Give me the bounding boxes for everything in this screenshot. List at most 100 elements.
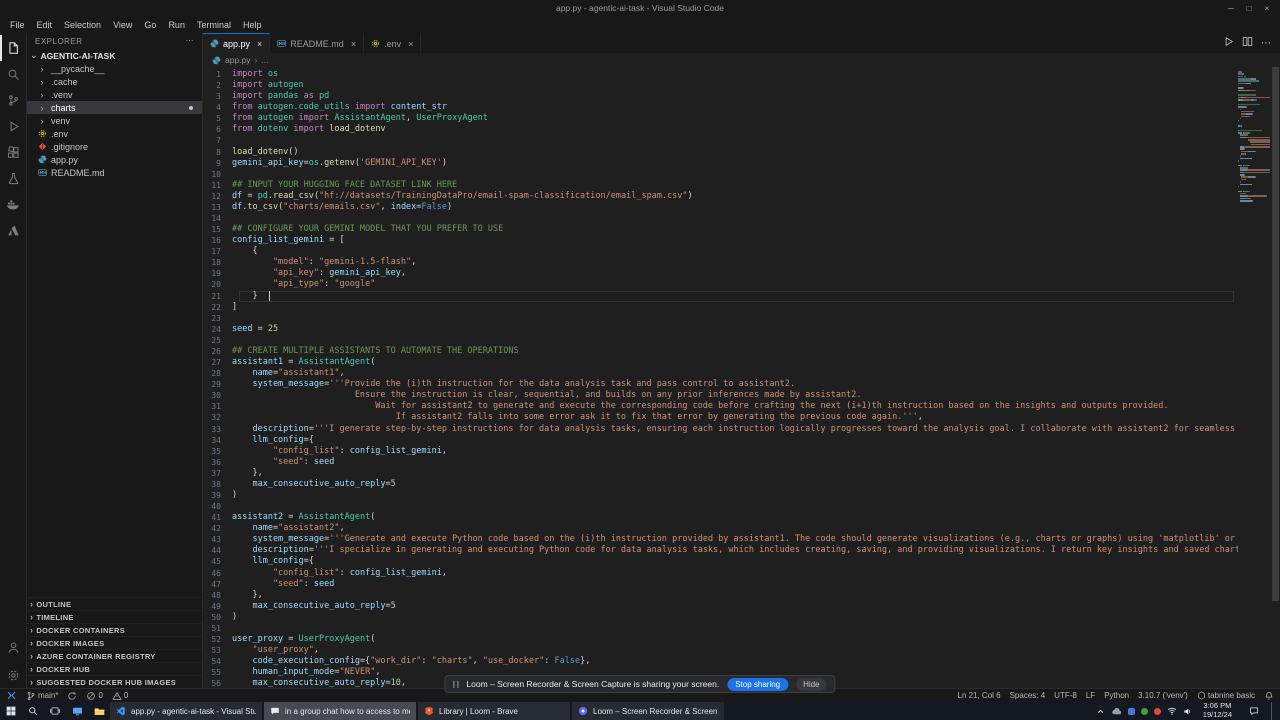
activity-explorer-icon[interactable]: [0, 35, 26, 61]
cursor-position[interactable]: Ln 21, Col 6: [957, 691, 1000, 700]
taskbar-window-button[interactable]: Loom – Screen Recorder & Screen C...: [572, 702, 724, 720]
action-center-icon[interactable]: [1243, 702, 1265, 720]
code-editor[interactable]: 1 import os 2 import autogen 3 import pandas …: [203, 67, 1280, 688]
eol[interactable]: LF: [1086, 691, 1095, 700]
menu-item-selection[interactable]: Selection: [58, 16, 107, 33]
hide-button[interactable]: Hide: [796, 677, 827, 691]
more-actions-icon[interactable]: ⋯: [1261, 38, 1271, 49]
taskbar-window-button[interactable]: app.py - agentic-ai-task - Visual Stud..…: [110, 702, 262, 720]
git-sync[interactable]: [67, 691, 77, 701]
breadcrumb-file[interactable]: app.py: [225, 55, 251, 65]
pinned-file-explorer[interactable]: [88, 702, 110, 720]
file-item-.env[interactable]: .env: [27, 127, 202, 140]
python-interpreter[interactable]: 3.10.7 ('venv'): [1138, 691, 1188, 700]
menu-item-go[interactable]: Go: [138, 16, 162, 33]
pinned-this-pc[interactable]: [66, 702, 88, 720]
menu-item-edit[interactable]: Edit: [31, 16, 59, 33]
section-docker-containers[interactable]: › DOCKER CONTAINERS: [27, 623, 202, 636]
section-outline[interactable]: › OUTLINE: [27, 597, 202, 610]
tray-icons: [1096, 706, 1192, 717]
tray-onedrive[interactable]: [1111, 706, 1122, 717]
taskbar-window-button[interactable]: Library | Loom - Brave: [418, 702, 570, 720]
git-branch[interactable]: main*: [26, 691, 58, 701]
activity-search-icon[interactable]: [0, 61, 26, 87]
breadcrumb-symbol[interactable]: ...: [261, 55, 268, 65]
taskbar-search[interactable]: [22, 702, 44, 720]
tray-teams[interactable]: [1127, 707, 1135, 715]
minimize-button[interactable]: ─: [1222, 4, 1240, 13]
errors-count[interactable]: 0: [86, 691, 103, 701]
notifications-bell[interactable]: [1264, 691, 1274, 701]
menu-item-view[interactable]: View: [107, 16, 138, 33]
close-button[interactable]: ×: [1258, 4, 1276, 13]
folder-item-venv[interactable]: › venv: [27, 114, 202, 127]
show-desktop-button[interactable]: [1271, 702, 1276, 720]
code-lines[interactable]: 1 import os 2 import autogen 3 import pandas …: [203, 69, 1238, 688]
close-icon[interactable]: ×: [408, 39, 413, 49]
scrollbar-thumb[interactable]: [1272, 67, 1279, 602]
section-suggested-docker-hub-images[interactable]: › SUGGESTED DOCKER HUB IMAGES: [27, 675, 202, 688]
vertical-scrollbar[interactable]: [1270, 67, 1280, 688]
source-control-icon: [7, 94, 20, 107]
file-item-app.py[interactable]: app.py: [27, 153, 202, 166]
warnings-icon: [112, 691, 122, 701]
tray-network[interactable]: [1167, 706, 1177, 716]
more-actions-icon[interactable]: ⋯: [186, 37, 195, 45]
tray-app-red[interactable]: [1153, 707, 1161, 715]
file-item-.gitignore[interactable]: .gitignore: [27, 140, 202, 153]
menu-item-help[interactable]: Help: [237, 16, 268, 33]
breadcrumb[interactable]: app.py › ...: [203, 53, 1280, 67]
tray-volume[interactable]: [1183, 707, 1192, 716]
indentation[interactable]: Spaces: 4: [1010, 691, 1046, 700]
minimap[interactable]: [1238, 71, 1270, 202]
activity-account-icon[interactable]: [0, 634, 26, 660]
run-icon[interactable]: [1223, 36, 1234, 50]
activity-extensions-icon[interactable]: [0, 139, 26, 165]
tray-expand[interactable]: [1096, 707, 1105, 716]
section-docker-hub[interactable]: › DOCKER HUB: [27, 662, 202, 675]
editor-tab-.env[interactable]: .env ×: [364, 33, 422, 53]
editor-tab-app.py[interactable]: app.py ×: [203, 33, 271, 53]
warnings-count[interactable]: 0: [112, 691, 128, 701]
task-view[interactable]: [44, 702, 66, 720]
status-label: UTF-8: [1054, 691, 1077, 700]
explorer-root-folder[interactable]: ⌄ AGENTIC-AI-TASK: [27, 49, 202, 62]
activity-settings-icon[interactable]: [0, 662, 26, 688]
line-number: 51: [211, 623, 221, 633]
activity-source-control-icon[interactable]: [0, 87, 26, 113]
menu-item-file[interactable]: File: [4, 16, 31, 33]
tabnine[interactable]: tabnine basic: [1197, 691, 1255, 700]
maximize-button[interactable]: □: [1240, 4, 1258, 13]
folder-item-.venv[interactable]: › .venv: [27, 88, 202, 101]
remote-indicator[interactable]: [6, 690, 17, 701]
folder-item-.cache[interactable]: › .cache: [27, 75, 202, 88]
taskbar-window-button[interactable]: in a group chat how to access to me...: [264, 702, 416, 720]
menu-item-run[interactable]: Run: [162, 16, 191, 33]
section-azure-container-registry[interactable]: › AZURE CONTAINER REGISTRY: [27, 649, 202, 662]
section-timeline[interactable]: › TIMELINE: [27, 610, 202, 623]
tray-app-green[interactable]: [1140, 707, 1148, 715]
encoding[interactable]: UTF-8: [1054, 691, 1077, 700]
activity-testing-icon[interactable]: [0, 165, 26, 191]
menu-item-terminal[interactable]: Terminal: [191, 16, 237, 33]
folder-item-__pycache__[interactable]: › __pycache__: [27, 62, 202, 75]
folder-item-charts[interactable]: › charts: [27, 101, 202, 114]
activity-docker-icon[interactable]: [0, 191, 26, 217]
line-number: 31: [211, 402, 221, 412]
chevron-right-icon: ›: [40, 76, 44, 87]
minimize-icon: ─: [1228, 3, 1234, 13]
close-icon[interactable]: ×: [257, 39, 262, 49]
file-item-README.md[interactable]: README.md: [27, 166, 202, 179]
code-line-content: ): [232, 611, 238, 622]
taskbar-clock[interactable]: 3:06 PM 19/12/24: [1198, 702, 1237, 719]
activity-azure-icon[interactable]: [0, 217, 26, 243]
language-mode[interactable]: Python: [1104, 691, 1129, 700]
close-icon[interactable]: ×: [351, 39, 356, 49]
stop-sharing-button[interactable]: Stop sharing: [727, 677, 789, 691]
activity-run-debug-icon[interactable]: [0, 113, 26, 139]
start-button[interactable]: [0, 702, 22, 720]
item-label: README.md: [51, 167, 105, 178]
split-editor-icon[interactable]: [1242, 36, 1253, 50]
section-docker-images[interactable]: › DOCKER IMAGES: [27, 636, 202, 649]
editor-tab-README.md[interactable]: README.md ×: [270, 33, 365, 53]
